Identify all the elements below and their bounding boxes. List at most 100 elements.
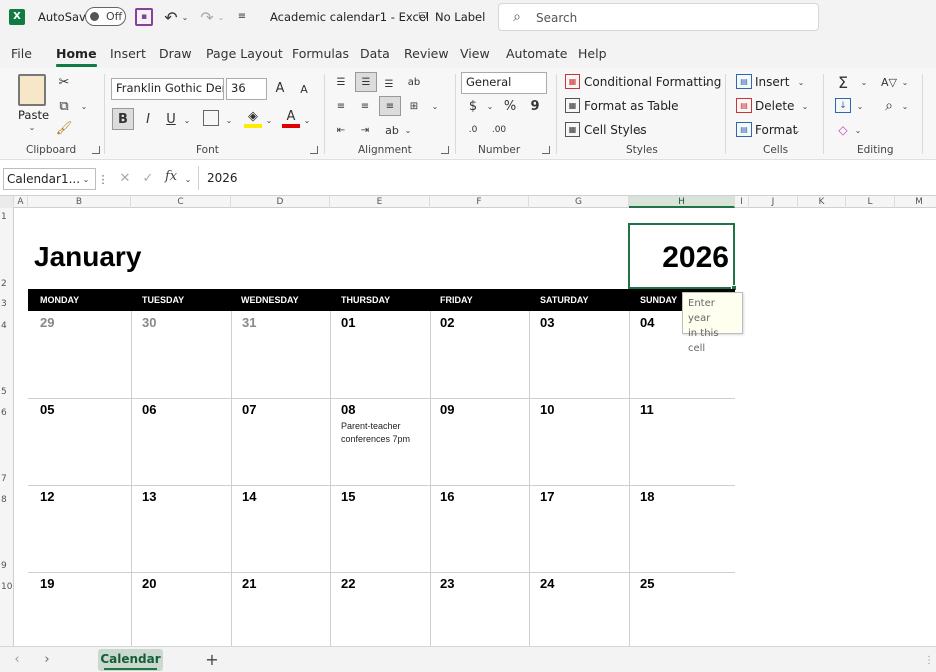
day-number[interactable]: 16 <box>440 489 454 504</box>
merge-dropdown-icon[interactable]: ⌄ <box>431 102 439 111</box>
comma-style-icon[interactable]: 9 <box>528 98 542 114</box>
tab-help[interactable]: Help <box>578 46 607 61</box>
day-number[interactable]: 23 <box>440 576 454 591</box>
day-number[interactable]: 04 <box>640 315 654 330</box>
day-number[interactable]: 09 <box>440 402 454 417</box>
percent-icon[interactable]: % <box>502 98 518 114</box>
tab-home[interactable]: Home <box>56 46 97 67</box>
sort-filter-icon[interactable]: A▽ <box>880 74 898 90</box>
font-size-select[interactable]: 36 <box>226 78 267 100</box>
paste-icon[interactable] <box>18 74 46 106</box>
column-header-i[interactable]: I <box>735 196 749 208</box>
column-header-a[interactable]: A <box>14 196 28 208</box>
decrease-indent-icon[interactable]: ⇤ <box>333 122 349 138</box>
align-left-icon[interactable]: ≡ <box>333 98 349 114</box>
day-number[interactable]: 05 <box>40 402 54 417</box>
orientation-icon[interactable]: ab <box>384 122 400 138</box>
column-header-k[interactable]: K <box>798 196 846 208</box>
row-header-7[interactable]: 7 <box>0 474 14 484</box>
align-middle-icon[interactable]: ☰ <box>355 72 377 92</box>
underline-button[interactable]: U <box>163 108 179 130</box>
day-number[interactable]: 12 <box>40 489 54 504</box>
select-all-corner[interactable] <box>0 196 14 208</box>
column-header-g[interactable]: G <box>529 196 629 208</box>
delete-cells-dropdown-icon[interactable]: ⌄ <box>801 102 809 111</box>
tab-draw[interactable]: Draw <box>159 46 192 61</box>
currency-dropdown-icon[interactable]: ⌄ <box>486 102 494 111</box>
underline-dropdown-icon[interactable]: ⌄ <box>183 116 191 125</box>
day-number[interactable]: 07 <box>242 402 256 417</box>
clear-icon[interactable]: ◇ <box>835 122 851 137</box>
row-header-3[interactable]: 3 <box>0 299 14 309</box>
tab-review[interactable]: Review <box>404 46 449 61</box>
row-header-2[interactable]: 2 <box>0 279 14 289</box>
row-header-1[interactable]: 1 <box>0 212 14 222</box>
enter-icon[interactable]: ✓ <box>140 170 156 186</box>
format-painter-icon[interactable]: 🖌 <box>56 120 73 136</box>
conditional-formatting-button[interactable]: Conditional Formatting <box>584 75 721 89</box>
tab-data[interactable]: Data <box>360 46 390 61</box>
conditional-formatting-dropdown-icon[interactable]: ⌄ <box>702 78 710 87</box>
day-number[interactable]: 01 <box>341 315 355 330</box>
number-format-select[interactable]: General <box>461 72 547 94</box>
borders-icon[interactable] <box>203 110 219 126</box>
day-number[interactable]: 03 <box>540 315 554 330</box>
borders-dropdown-icon[interactable]: ⌄ <box>225 116 233 125</box>
merge-center-icon[interactable]: ⊞ <box>406 98 422 114</box>
orientation-dropdown-icon[interactable]: ⌄ <box>404 126 412 135</box>
insert-cells-dropdown-icon[interactable]: ⌄ <box>797 78 805 87</box>
align-center-icon[interactable]: ≡ <box>357 98 373 114</box>
event-note[interactable]: Parent-teacher conferences 7pm <box>341 420 410 446</box>
insert-cells-button[interactable]: Insert <box>755 75 789 89</box>
format-cells-button[interactable]: Format <box>755 123 797 137</box>
day-number[interactable]: 10 <box>540 402 554 417</box>
format-cells-dropdown-icon[interactable]: ⌄ <box>793 126 801 135</box>
align-right-icon[interactable]: ≡ <box>379 96 401 116</box>
function-dropdown-icon[interactable]: ⌄ <box>183 174 193 184</box>
paste-dropdown-icon[interactable]: ⌄ <box>28 123 36 132</box>
more-icon[interactable]: ⋮ <box>924 653 934 667</box>
day-number[interactable]: 30 <box>142 315 156 330</box>
column-header-m[interactable]: M <box>895 196 936 208</box>
font-color-icon[interactable]: A <box>282 108 300 128</box>
copy-icon[interactable]: ⧉ <box>56 98 72 114</box>
column-header-l[interactable]: L <box>846 196 895 208</box>
tab-page-layout[interactable]: Page Layout <box>206 46 283 61</box>
copy-dropdown-icon[interactable]: ⌄ <box>80 102 88 111</box>
search-input[interactable]: ⌕ Search <box>498 3 819 31</box>
day-number[interactable]: 11 <box>640 402 654 417</box>
day-number[interactable]: 08 <box>341 402 355 417</box>
redo-icon[interactable]: ↷ <box>198 7 216 27</box>
column-header-c[interactable]: C <box>131 196 231 208</box>
cancel-icon[interactable]: ✕ <box>117 170 133 186</box>
currency-icon[interactable]: $ <box>466 98 480 114</box>
sheet-tab-calendar[interactable]: Calendar <box>98 649 163 671</box>
day-number[interactable]: 14 <box>242 489 256 504</box>
paste-button[interactable]: Paste <box>18 108 49 122</box>
increase-decimal-icon[interactable]: .0 <box>464 122 482 138</box>
italic-button[interactable]: I <box>140 108 156 130</box>
more-options-icon[interactable]: ⋮ <box>98 171 109 187</box>
scroll-right-icon[interactable]: › <box>40 652 54 667</box>
day-number[interactable]: 31 <box>242 315 256 330</box>
day-number[interactable]: 22 <box>341 576 355 591</box>
alignment-launcher-icon[interactable] <box>441 146 449 154</box>
clear-dropdown-icon[interactable]: ⌄ <box>854 126 862 135</box>
day-number[interactable]: 19 <box>40 576 54 591</box>
save-icon[interactable]: ▪ <box>135 8 153 26</box>
redo-dropdown-icon[interactable]: ⌄ <box>216 12 226 22</box>
format-as-table-dropdown-icon[interactable]: ⌄ <box>664 102 672 111</box>
font-launcher-icon[interactable] <box>310 146 318 154</box>
decrease-decimal-icon[interactable]: .00 <box>490 122 508 138</box>
row-header-9[interactable]: 9 <box>0 561 14 571</box>
day-number[interactable]: 21 <box>242 576 256 591</box>
increase-font-icon[interactable]: A <box>272 80 288 96</box>
undo-icon[interactable]: ↶ <box>162 7 180 27</box>
insert-function-icon[interactable]: fx <box>165 169 177 184</box>
increase-indent-icon[interactable]: ⇥ <box>357 122 373 138</box>
year-cell[interactable]: 2026 <box>628 223 737 291</box>
day-number[interactable]: 29 <box>40 315 54 330</box>
day-number[interactable]: 15 <box>341 489 355 504</box>
autosum-icon[interactable]: Σ <box>835 73 851 92</box>
day-number[interactable]: 25 <box>640 576 654 591</box>
